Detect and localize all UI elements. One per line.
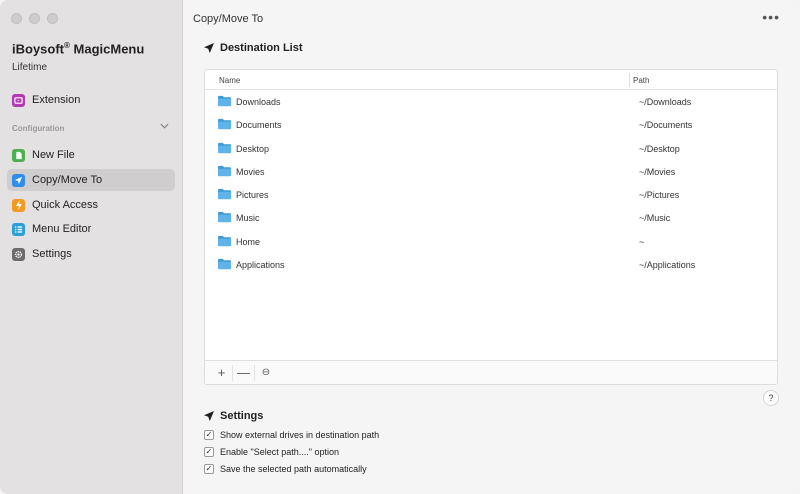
row-name: Music — [236, 213, 260, 224]
setting-save-selected-path[interactable]: ✓ Save the selected path automatically — [204, 464, 367, 474]
setting-show-external-drives[interactable]: ✓ Show external drives in destination pa… — [204, 430, 379, 440]
app-name: iBoysoft — [12, 41, 64, 57]
row-name: Documents — [236, 120, 282, 131]
add-button[interactable]: + — [211, 364, 233, 381]
row-name: Pictures — [236, 190, 269, 201]
paper-plane-icon — [204, 43, 214, 53]
folder-icon — [217, 118, 232, 130]
column-header-path[interactable]: Path — [633, 76, 649, 85]
edit-button[interactable]: ⊖ — [255, 365, 277, 381]
row-name: Applications — [236, 260, 285, 271]
folder-icon — [217, 188, 232, 200]
row-path: ~/Applications — [639, 260, 696, 271]
sidebar-item-new-file[interactable]: New File — [7, 144, 175, 166]
close-window-button[interactable] — [11, 13, 22, 24]
sidebar-item-label: Copy/Move To — [32, 174, 103, 186]
gear-icon — [12, 247, 25, 261]
table-footer: + — ⊖ — [205, 360, 777, 384]
help-button[interactable]: ? — [763, 390, 779, 406]
app-name-suffix: MagicMenu — [73, 41, 145, 57]
lightning-icon — [12, 198, 25, 212]
section-label-configuration: Configuration — [12, 124, 65, 133]
app-title: iBoysoft® MagicMenu — [12, 41, 144, 56]
setting-label: Enable "Select path...." option — [220, 447, 339, 457]
row-name: Downloads — [236, 97, 281, 107]
extension-icon — [12, 93, 25, 107]
sidebar-item-settings[interactable]: Settings — [7, 243, 175, 265]
license-label: Lifetime — [12, 62, 48, 73]
table-row[interactable]: Downloads ~/Downloads — [205, 90, 777, 113]
table-row[interactable]: Applications ~/Applications — [205, 253, 777, 276]
sidebar-item-extension[interactable]: Extension — [7, 89, 175, 111]
row-path: ~/Desktop — [639, 143, 680, 154]
row-name: Desktop — [236, 143, 270, 154]
row-path: ~/Documents — [639, 120, 693, 131]
remove-button[interactable]: — — [233, 364, 255, 381]
row-name: Home — [236, 236, 261, 247]
sidebar-item-label: Menu Editor — [32, 223, 92, 235]
chevron-down-icon[interactable] — [160, 121, 169, 131]
sidebar-item-label: New File — [32, 149, 75, 161]
folder-icon — [217, 258, 232, 270]
zoom-window-button[interactable] — [47, 13, 58, 24]
sidebar-item-label: Quick Access — [32, 199, 99, 211]
row-path: ~/Movies — [639, 166, 676, 177]
table-body: Downloads ~/Downloads Documents ~/Documents… — [205, 90, 777, 276]
app-name-registered: ® — [64, 41, 70, 50]
sidebar: iBoysoft® MagicMenu Lifetime Extension C… — [0, 0, 183, 494]
table-row[interactable]: Pictures ~/Pictures — [205, 183, 777, 206]
app-window: iBoysoft® MagicMenu Lifetime Extension C… — [0, 0, 800, 494]
column-divider[interactable] — [629, 73, 630, 87]
destination-table: Name Path Downloads ~/Downloads Documents ~… — [204, 69, 778, 385]
paper-plane-icon — [204, 411, 214, 421]
folder-icon — [217, 142, 232, 154]
table-row[interactable]: Documents ~/Documents — [205, 113, 777, 136]
setting-enable-select-path[interactable]: ✓ Enable "Select path...." option — [204, 447, 339, 457]
settings-heading: Settings — [203, 410, 263, 422]
table-row[interactable]: Home ~ — [205, 230, 777, 253]
window-controls — [11, 13, 58, 24]
folder-icon — [217, 235, 232, 247]
setting-label: Show external drives in destination path — [220, 430, 380, 440]
table-header: Name Path — [205, 70, 777, 90]
row-path: ~/Downloads — [639, 97, 692, 107]
sidebar-item-label: Settings — [32, 248, 72, 260]
sidebar-item-label: Extension — [32, 94, 81, 106]
table-row[interactable]: Movies ~/Movies — [205, 160, 777, 183]
list-icon — [12, 222, 25, 236]
setting-label: Save the selected path automatically — [220, 464, 367, 474]
table-row[interactable]: Desktop ~/Desktop — [205, 137, 777, 160]
folder-icon — [217, 211, 232, 223]
destination-list-heading: Destination List — [203, 42, 303, 54]
folder-icon — [217, 165, 232, 177]
row-path: ~/Pictures — [639, 190, 680, 201]
more-options-button[interactable]: ••• — [762, 9, 780, 25]
folder-icon — [217, 95, 232, 107]
section-title: Destination List — [220, 42, 303, 54]
page-title: Copy/Move To — [193, 13, 264, 25]
sidebar-item-copy-move-to[interactable]: Copy/Move To — [7, 169, 175, 191]
minimize-window-button[interactable] — [29, 13, 40, 24]
row-path: ~ — [639, 236, 645, 247]
checkbox[interactable]: ✓ — [204, 447, 214, 457]
sidebar-item-menu-editor[interactable]: Menu Editor — [7, 218, 175, 240]
row-path: ~/Music — [639, 213, 671, 224]
main-panel: Copy/Move To ••• Destination List Name P… — [183, 0, 800, 494]
checkbox[interactable]: ✓ — [204, 464, 214, 474]
row-name: Movies — [236, 166, 265, 177]
checkbox[interactable]: ✓ — [204, 430, 214, 440]
sidebar-item-quick-access[interactable]: Quick Access — [7, 194, 175, 216]
section-title: Settings — [220, 410, 264, 422]
table-row[interactable]: Music ~/Music — [205, 206, 777, 229]
new-file-icon — [12, 148, 25, 162]
column-header-name[interactable]: Name — [219, 76, 240, 85]
paper-plane-icon — [12, 173, 25, 187]
